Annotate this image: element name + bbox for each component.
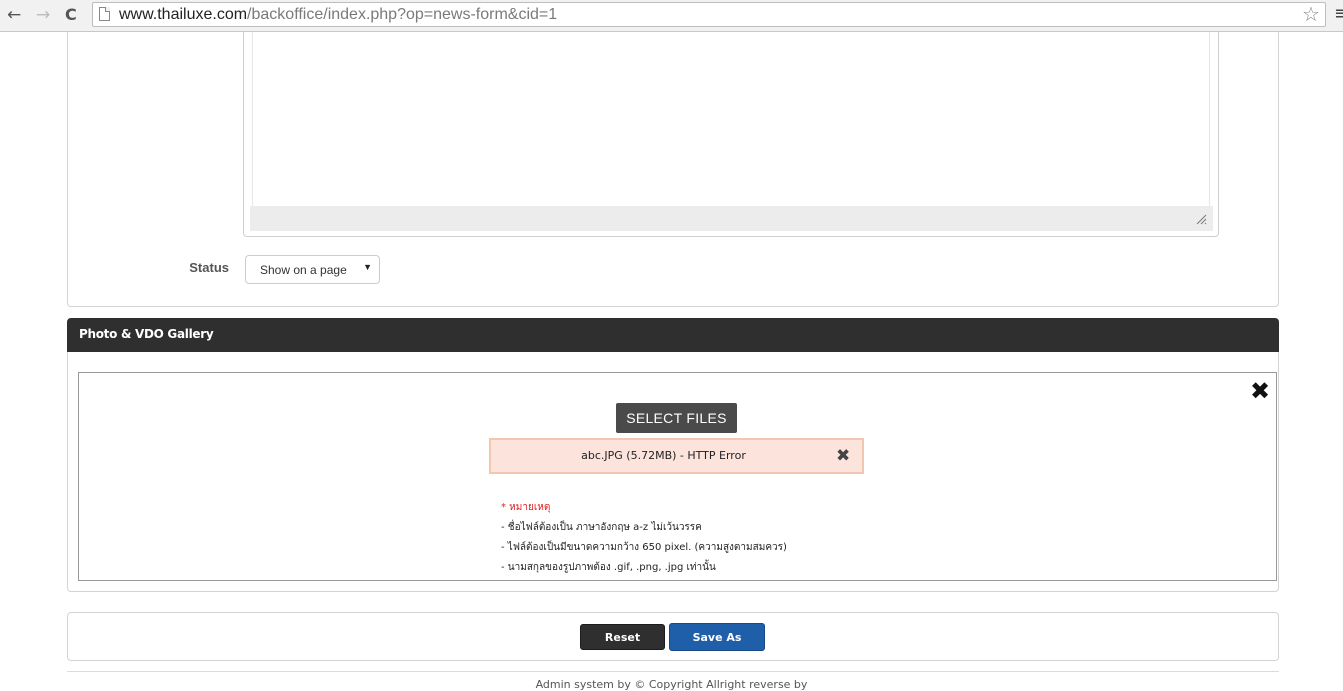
editor-statusbar [250, 206, 1213, 231]
remove-file-icon[interactable]: ✖ [836, 446, 850, 466]
url-text[interactable]: www.thailuxe.com/backoffice/index.php?op… [119, 5, 557, 25]
gallery-header: Photo & VDO Gallery [67, 318, 1279, 352]
gallery-title: Photo & VDO Gallery [79, 327, 214, 341]
browser-toolbar: ← → C www.thailuxe.com/backoffice/index.… [0, 0, 1343, 32]
page-icon [99, 7, 110, 21]
upload-error-item: abc.JPG (5.72MB) - HTTP Error ✖ [489, 438, 864, 474]
footer-divider [67, 671, 1279, 672]
footer-text: Admin system by © Copyright Allright rev… [535, 678, 808, 691]
url-host: www.thailuxe.com [119, 6, 248, 23]
menu-icon[interactable]: ≡ [1334, 3, 1343, 25]
note-line: - ไฟล์ต้องเป็นมีขนาดความกว้าง 650 pixel.… [501, 542, 787, 553]
reload-icon[interactable]: C [65, 4, 77, 26]
close-icon[interactable]: ✖ [1250, 378, 1270, 404]
reset-button[interactable]: Reset [580, 624, 665, 650]
upload-notes: * หมายเหตุ - ชื่อไฟล์ต้องเป็น ภาษาอังกฤษ… [501, 498, 787, 578]
note-line: - ชื่อไฟล์ต้องเป็น ภาษาอังกฤษ a-z ไม่เว้… [501, 522, 702, 533]
note-line: - นามสกุลของรูปภาพต้อง .gif, .png, .jpg … [501, 562, 716, 573]
resize-handle-icon[interactable] [1195, 213, 1207, 225]
content-editor[interactable] [252, 32, 1210, 206]
star-icon[interactable]: ☆ [1302, 3, 1320, 25]
status-select[interactable]: Show on a page ▼ [245, 255, 380, 284]
status-select-value: Show on a page [260, 263, 347, 277]
forward-arrow-icon[interactable]: → [36, 4, 50, 26]
dropdown-arrow-icon: ▼ [363, 262, 372, 272]
upload-error-text: abc.JPG (5.72MB) - HTTP Error [581, 449, 746, 462]
back-arrow-icon[interactable]: ← [7, 4, 21, 26]
address-bar[interactable]: www.thailuxe.com/backoffice/index.php?op… [92, 2, 1326, 27]
save-as-button[interactable]: Save As [669, 623, 765, 651]
status-label: Status [189, 260, 229, 275]
select-files-button[interactable]: SELECT FILES [616, 403, 737, 433]
url-path: /backoffice/index.php?op=news-form&cid=1 [247, 6, 558, 23]
notes-heading: * หมายเหตุ [501, 502, 551, 513]
